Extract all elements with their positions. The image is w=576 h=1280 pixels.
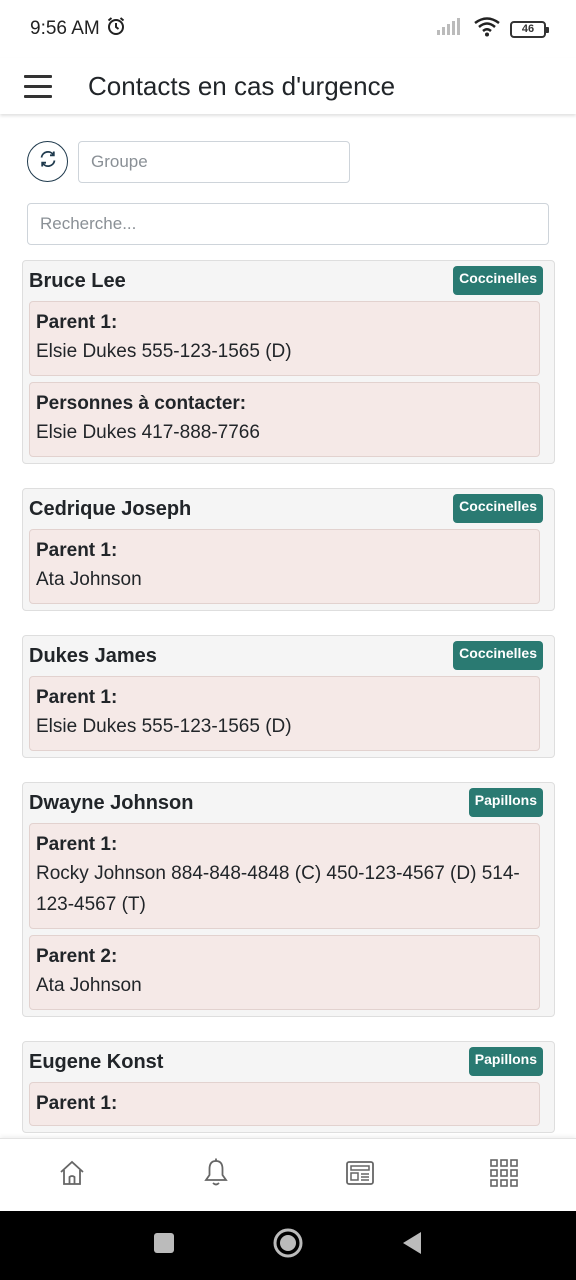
group-badge: Coccinelles	[453, 641, 543, 670]
status-left: 9:56 AM	[30, 16, 126, 42]
contact-label: Parent 2:	[36, 946, 118, 967]
contact-value: Ata Johnson	[36, 975, 142, 996]
student-card: Bruce Lee Coccinelles Parent 1: Elsie Du…	[22, 260, 555, 464]
contact-value: Elsie Dukes 417-888-7766	[36, 422, 260, 443]
nav-notifications[interactable]	[186, 1145, 246, 1205]
hamburger-menu-icon[interactable]	[0, 58, 76, 114]
card-header: Dwayne Johnson	[29, 783, 540, 823]
page-title: Contacts en cas d'urgence	[88, 70, 396, 101]
contact-value: Rocky Johnson 884-848-4848 (C) 450-123-4…	[36, 863, 520, 915]
group-badge: Coccinelles	[453, 494, 543, 523]
contact-entry: Parent 1: Elsie Dukes 555-123-1565 (D)	[29, 676, 540, 751]
filter-row	[27, 141, 350, 183]
back-icon[interactable]	[400, 1230, 424, 1261]
status-bar: 9:56 AM 46	[0, 0, 576, 58]
group-badge: Papillons	[468, 788, 543, 817]
contacts-list: Bruce Lee Coccinelles Parent 1: Elsie Du…	[22, 260, 555, 1138]
contact-entry: Parent 2: Ata Johnson	[29, 935, 540, 1010]
student-name: Cedrique Joseph	[29, 497, 192, 520]
contact-value: Elsie Dukes 555-123-1565 (D)	[36, 341, 292, 362]
wifi-icon	[474, 16, 500, 42]
student-name: Dwayne Johnson	[29, 791, 194, 814]
contact-label: Parent 1:	[36, 1093, 118, 1114]
nav-apps[interactable]	[474, 1145, 534, 1205]
card-header: Eugene Konst	[29, 1042, 540, 1082]
alarm-icon	[106, 16, 126, 42]
contact-label: Parent 1:	[36, 687, 118, 708]
status-right: 46	[436, 16, 549, 42]
contact-label: Parent 1:	[36, 312, 118, 333]
contact-entry: Parent 1:	[29, 1082, 540, 1126]
student-name: Bruce Lee	[29, 269, 126, 292]
student-card: Dwayne Johnson Papillons Parent 1: Rocky…	[22, 782, 555, 1017]
newspaper-icon	[345, 1159, 375, 1192]
contact-entry: Parent 1: Rocky Johnson 884-848-4848 (C)…	[29, 823, 540, 929]
contact-value: Ata Johnson	[36, 569, 142, 590]
student-card: Eugene Konst Papillons Parent 1:	[22, 1041, 555, 1133]
home-circle-icon[interactable]	[272, 1227, 304, 1264]
apps-grid-icon	[490, 1158, 518, 1192]
student-card: Dukes James Coccinelles Parent 1: Elsie …	[22, 635, 555, 758]
recents-icon[interactable]	[152, 1231, 176, 1260]
refresh-button[interactable]	[27, 141, 68, 182]
contact-label: Personnes à contacter:	[36, 393, 247, 414]
signal-icon	[436, 17, 464, 41]
home-icon	[58, 1159, 86, 1192]
nav-home[interactable]	[42, 1145, 102, 1205]
status-time: 9:56 AM	[30, 18, 100, 39]
student-name: Eugene Konst	[29, 1050, 164, 1073]
nav-news[interactable]	[330, 1145, 390, 1205]
group-input[interactable]	[78, 141, 350, 183]
system-nav-bar	[0, 1211, 576, 1280]
main-content: Bruce Lee Coccinelles Parent 1: Elsie Du…	[0, 114, 576, 1138]
contact-label: Parent 1:	[36, 834, 118, 855]
group-badge: Coccinelles	[453, 266, 543, 295]
contact-value: Elsie Dukes 555-123-1565 (D)	[36, 716, 292, 737]
student-card: Cedrique Joseph Coccinelles Parent 1: At…	[22, 488, 555, 611]
bottom-nav	[0, 1138, 576, 1211]
contact-label: Parent 1:	[36, 540, 118, 561]
bell-icon	[202, 1158, 230, 1193]
search-input[interactable]	[27, 203, 549, 245]
contact-entry: Parent 1: Ata Johnson	[29, 529, 540, 604]
battery-icon: 46	[510, 20, 549, 38]
contact-entry: Parent 1: Elsie Dukes 555-123-1565 (D)	[29, 301, 540, 376]
student-name: Dukes James	[29, 644, 157, 667]
group-badge: Papillons	[468, 1047, 543, 1076]
app-bar: Contacts en cas d'urgence	[0, 58, 576, 114]
contact-entry: Personnes à contacter: Elsie Dukes 417-8…	[29, 382, 540, 457]
refresh-icon	[38, 149, 58, 174]
